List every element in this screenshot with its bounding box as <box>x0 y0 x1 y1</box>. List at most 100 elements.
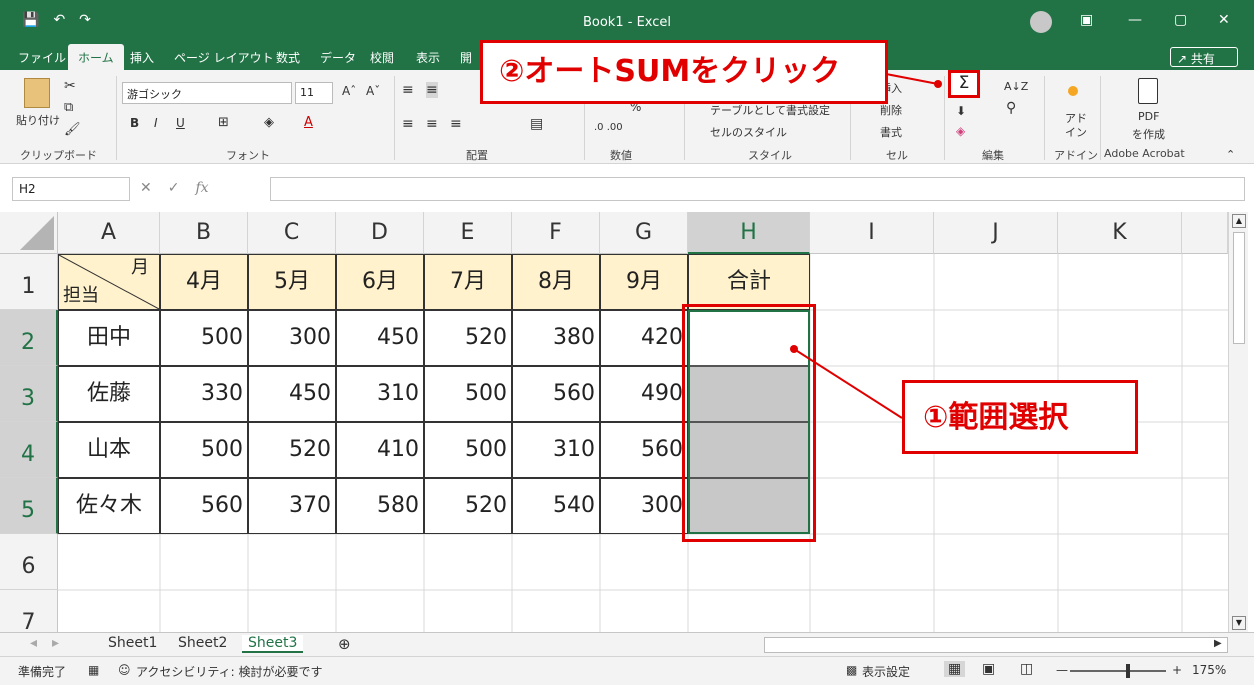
column-header[interactable]: I <box>810 212 934 254</box>
tab-data[interactable]: データ <box>320 49 356 66</box>
column-header[interactable]: J <box>934 212 1058 254</box>
enter-icon[interactable]: ✓ <box>168 180 180 196</box>
sales-cell[interactable]: 310 <box>336 366 424 422</box>
find-select-icon[interactable]: ⚲ <box>1006 100 1016 116</box>
row-header[interactable]: 2 <box>0 310 58 366</box>
column-header[interactable]: E <box>424 212 512 254</box>
column-header[interactable]: K <box>1058 212 1182 254</box>
sheet-tab-active[interactable]: Sheet3 <box>242 635 304 653</box>
corner-diagonal-cell[interactable]: 月 担当 <box>58 254 160 310</box>
person-name[interactable]: 佐々木 <box>58 478 160 534</box>
sales-cell[interactable]: 300 <box>248 310 336 366</box>
sales-cell[interactable]: 560 <box>160 478 248 534</box>
sales-cell[interactable]: 500 <box>424 422 512 478</box>
paste-icon[interactable] <box>24 78 50 108</box>
select-all-corner[interactable] <box>0 212 58 254</box>
increase-decimal-icon[interactable]: .0 .00 <box>594 122 623 133</box>
align-center-icon[interactable]: ≡ <box>426 116 438 132</box>
tab-insert[interactable]: 挿入 <box>130 49 154 66</box>
normal-view-icon[interactable]: ▦ <box>944 661 966 677</box>
decrease-font-icon[interactable]: Aˇ <box>366 84 380 98</box>
person-name[interactable]: 佐藤 <box>58 366 160 422</box>
name-box[interactable]: H2 <box>12 177 130 201</box>
month-header[interactable]: 8月 <box>512 254 600 310</box>
sales-cell[interactable]: 330 <box>160 366 248 422</box>
increase-font-icon[interactable]: Aˆ <box>342 84 356 98</box>
sales-cell[interactable]: 310 <box>512 422 600 478</box>
column-header[interactable]: D <box>336 212 424 254</box>
tab-home[interactable]: ホーム <box>68 44 124 70</box>
merge-center-icon[interactable]: ▤ <box>530 116 543 132</box>
font-size-select[interactable]: 11 <box>295 82 333 104</box>
month-header[interactable]: 9月 <box>600 254 688 310</box>
underline-icon[interactable]: U <box>176 116 185 130</box>
zoom-slider[interactable] <box>1070 664 1166 678</box>
row-header[interactable]: 3 <box>0 366 58 422</box>
person-name[interactable]: 田中 <box>58 310 160 366</box>
month-header[interactable]: 5月 <box>248 254 336 310</box>
column-header[interactable]: F <box>512 212 600 254</box>
align-top-icon[interactable]: ≡ <box>402 82 414 98</box>
cut-icon[interactable]: ✂ <box>64 78 76 94</box>
sales-cell[interactable]: 420 <box>600 310 688 366</box>
tab-formulas[interactable]: 数式 <box>276 49 300 66</box>
sales-cell[interactable]: 520 <box>424 478 512 534</box>
column-header-blank[interactable] <box>1182 212 1228 254</box>
row-header[interactable]: 6 <box>0 534 58 590</box>
scroll-down-icon[interactable]: ▼ <box>1232 616 1246 630</box>
sort-filter-icon[interactable]: A↓Z <box>1004 80 1028 93</box>
fill-color-icon[interactable]: ◈ <box>264 115 274 130</box>
sales-cell[interactable]: 560 <box>600 422 688 478</box>
prev-sheet-icon[interactable]: ◂ <box>30 635 37 651</box>
bold-icon[interactable]: B <box>130 116 139 130</box>
tab-review[interactable]: 校閲 <box>370 49 394 66</box>
pdf-icon[interactable] <box>1138 78 1158 104</box>
column-header[interactable]: B <box>160 212 248 254</box>
sales-cell[interactable]: 450 <box>336 310 424 366</box>
cell-styles[interactable]: セルのスタイル <box>710 124 787 140</box>
formula-input[interactable] <box>270 177 1245 201</box>
pdf-label[interactable]: PDF <box>1138 110 1159 123</box>
zoom-in-icon[interactable]: + <box>1172 663 1182 677</box>
minimize-icon[interactable]: — <box>1128 12 1142 28</box>
format-painter-icon[interactable]: 🖌 <box>64 122 81 137</box>
paste-label[interactable]: 貼り付け <box>16 112 60 128</box>
scroll-up-icon[interactable]: ▲ <box>1232 214 1246 228</box>
collapse-ribbon-icon[interactable]: ⌃ <box>1226 148 1235 161</box>
border-icon[interactable]: ⊞ <box>218 115 229 130</box>
zoom-level[interactable]: 175% <box>1192 663 1226 677</box>
zoom-out-icon[interactable]: — <box>1056 663 1068 677</box>
row-header[interactable]: 5 <box>0 478 58 534</box>
add-sheet-icon[interactable]: ⊕ <box>338 635 351 653</box>
month-header[interactable]: 6月 <box>336 254 424 310</box>
sheet-tab[interactable]: Sheet1 <box>108 635 157 651</box>
person-name[interactable]: 山本 <box>58 422 160 478</box>
cancel-icon[interactable]: ✕ <box>140 180 152 196</box>
delete-cells[interactable]: 削除 <box>880 102 902 118</box>
accessibility-icon[interactable]: ☺ <box>118 663 131 677</box>
total-header[interactable]: 合計 <box>688 254 810 310</box>
zoom-slider-thumb[interactable] <box>1126 664 1130 678</box>
macro-icon[interactable]: ▦ <box>88 663 99 677</box>
page-break-view-icon[interactable]: ◫ <box>1020 661 1033 677</box>
format-as-table[interactable]: テーブルとして書式設定 <box>710 102 830 118</box>
autosum-button[interactable]: Σ <box>948 70 980 98</box>
align-middle-icon[interactable]: ≡ <box>426 82 438 98</box>
function-icon[interactable]: fx <box>195 180 208 196</box>
next-sheet-icon[interactable]: ▸ <box>52 635 59 651</box>
accessibility-status[interactable]: アクセシビリティ: 検討が必要です <box>136 663 323 680</box>
row-header[interactable]: 4 <box>0 422 58 478</box>
row-header[interactable]: 7 <box>0 590 58 632</box>
align-right-icon[interactable]: ≡ <box>450 116 462 132</box>
tab-developer[interactable]: 開 <box>460 49 472 66</box>
sales-cell[interactable]: 520 <box>424 310 512 366</box>
format-cells[interactable]: 書式 <box>880 124 902 140</box>
user-avatar[interactable] <box>1030 11 1052 33</box>
month-header[interactable]: 4月 <box>160 254 248 310</box>
align-left-icon[interactable]: ≡ <box>402 116 414 132</box>
month-header[interactable]: 7月 <box>424 254 512 310</box>
column-header[interactable]: C <box>248 212 336 254</box>
sales-cell[interactable]: 540 <box>512 478 600 534</box>
sales-cell[interactable]: 300 <box>600 478 688 534</box>
sales-cell[interactable]: 500 <box>424 366 512 422</box>
